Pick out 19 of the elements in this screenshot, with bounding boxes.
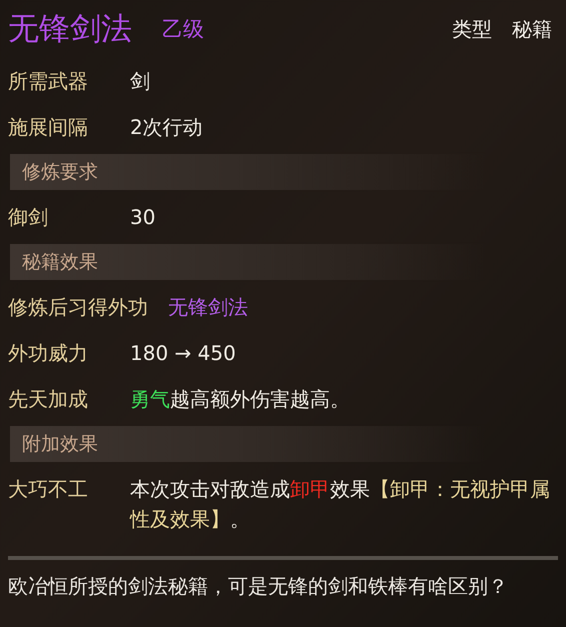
- attribute-value: 本次攻击对敌造成卸甲效果【卸甲：无视护甲属性及效果】。: [130, 476, 551, 533]
- attribute-value: 剑: [130, 68, 150, 95]
- attribute-label: 御剑: [8, 204, 49, 231]
- attribute-label: 施展间隔: [8, 114, 89, 141]
- type-label: 类型: [452, 19, 492, 39]
- attribute-label: 修炼后习得外功: [8, 294, 148, 321]
- attribute-label: 所需武器: [8, 68, 89, 95]
- item-title: 无锋剑法: [8, 14, 132, 44]
- attribute-value: 180 → 450: [130, 340, 236, 367]
- attribute-value: 无锋剑法: [168, 294, 248, 321]
- attribute-label: 大巧不工: [8, 476, 89, 503]
- attribute-value: 2次行动: [130, 114, 203, 141]
- type-value: 秘籍: [512, 19, 552, 39]
- attribute-label: 外功威力: [8, 340, 89, 367]
- description-text: 欧冶恒所授的剑法秘籍，可是无锋的剑和铁棒有啥区别？: [7, 573, 509, 600]
- attribute-value: 30: [130, 204, 156, 231]
- attribute-label: 先天加成: [8, 386, 89, 413]
- attribute-value: 勇气越高额外伤害越高。: [130, 386, 350, 413]
- item-grade: 乙级: [162, 18, 204, 40]
